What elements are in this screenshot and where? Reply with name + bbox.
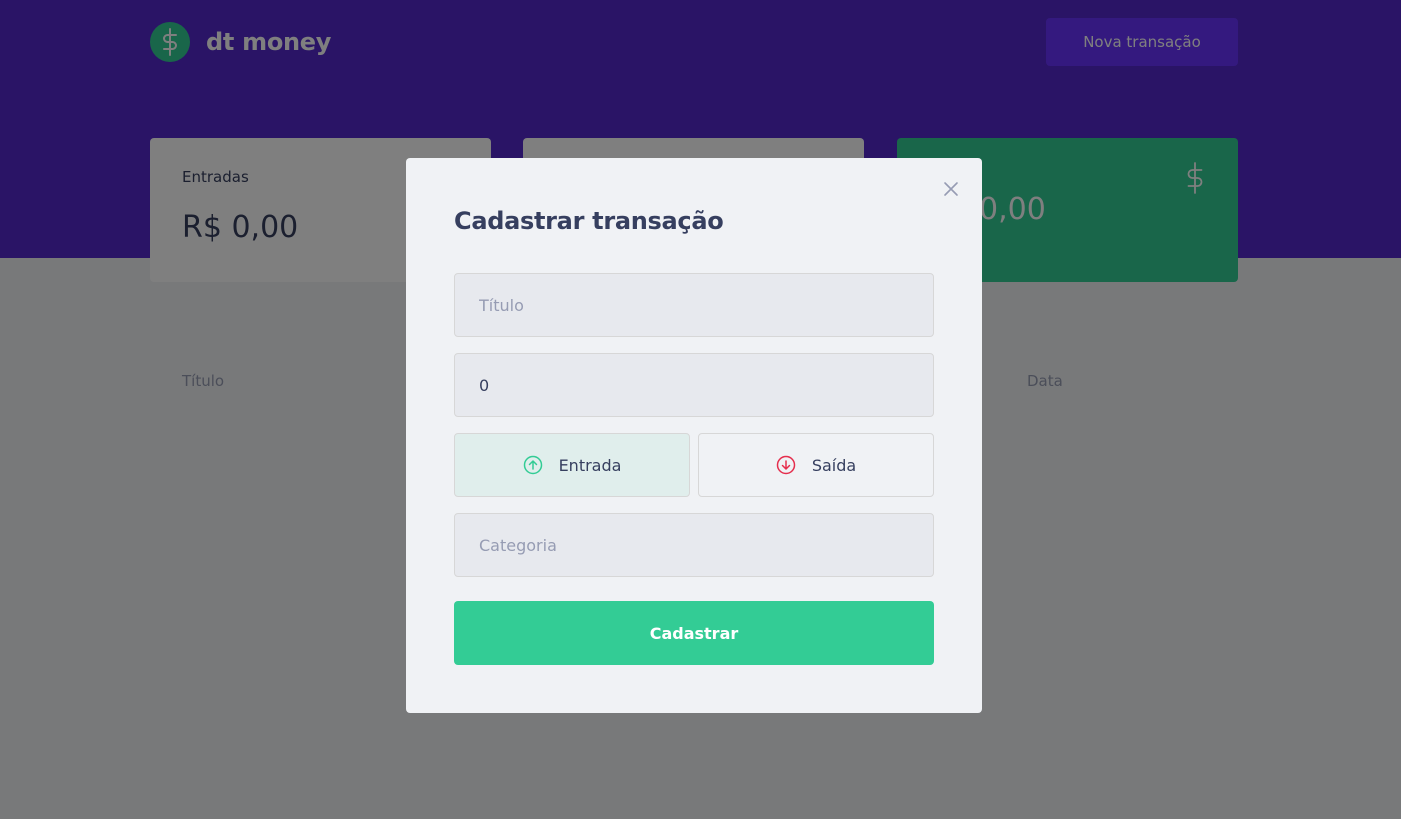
outcome-type-label: Saída [811, 455, 857, 475]
submit-button[interactable]: Cadastrar [454, 601, 934, 665]
amount-input[interactable] [454, 353, 934, 417]
arrow-down-circle-icon [776, 455, 796, 475]
income-type-label: Entrada [558, 455, 622, 475]
arrow-up-circle-icon [523, 455, 543, 475]
close-modal-button[interactable] [934, 178, 968, 202]
close-icon [943, 181, 959, 200]
category-input[interactable] [454, 513, 934, 577]
title-input[interactable] [454, 273, 934, 337]
outcome-type-button[interactable]: Saída [698, 433, 934, 497]
income-type-button[interactable]: Entrada [454, 433, 690, 497]
modal-title: Cadastrar transação [454, 207, 724, 235]
